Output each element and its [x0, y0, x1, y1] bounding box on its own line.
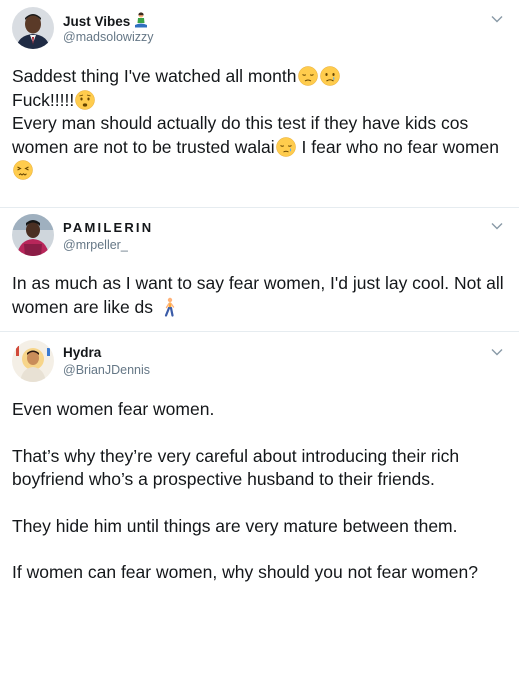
tweet-line: Every man should actually do this test i… — [12, 112, 510, 183]
worried-face-icon — [75, 89, 95, 110]
sleepy-face-icon — [275, 136, 296, 157]
avatar[interactable] — [12, 340, 54, 382]
tweet-paragraph: They hide him until things are very matu… — [12, 515, 458, 536]
display-name-text[interactable]: Just Vibes — [63, 14, 130, 29]
crying-face-icon — [319, 66, 340, 86]
tweet-line: Fuck!!!!! — [12, 89, 510, 113]
chevron-down-icon[interactable] — [489, 11, 505, 27]
tweet-text: Saddest thing I've watched all month Fuc… — [12, 65, 510, 183]
tweet-1[interactable]: Just Vibes @madsolowizzy Saddest thing I… — [0, 0, 519, 213]
tweet-text-segment: In as much as I want to say fear women, … — [12, 273, 504, 317]
display-name[interactable]: Hydra — [63, 345, 101, 360]
tweet-3[interactable]: Hydra @BrianJDennis Even women fear wome… — [0, 332, 519, 694]
tweet-text-segment: Fuck!!!!! — [12, 89, 75, 110]
tweet-line: Saddest thing I've watched all month — [12, 65, 510, 89]
pensive-face-icon — [297, 66, 318, 86]
tweet-paragraph: If women can fear women, why should you … — [12, 562, 478, 582]
tweet-paragraph: Even women fear women. — [12, 399, 215, 419]
tweet-text: Even women fear women. That’s why they’r… — [12, 398, 502, 585]
chevron-down-icon[interactable] — [489, 218, 505, 234]
chevron-down-icon[interactable] — [489, 344, 505, 360]
display-name[interactable]: PAMILERIN — [63, 220, 153, 235]
tweet-text: In as much as I want to say fear women, … — [12, 272, 510, 319]
tweet-text-segment: I fear who no fear women — [296, 136, 499, 157]
tweet-2[interactable]: PAMILERIN @mrpeller_ In as much as I wan… — [0, 208, 519, 330]
tweet-paragraph: That’s why they’re very careful about in… — [12, 445, 460, 490]
avatar[interactable] — [12, 7, 54, 49]
person-walking-icon — [159, 297, 179, 317]
tweet-line: In as much as I want to say fear women, … — [12, 272, 510, 319]
user-handle[interactable]: @mrpeller_ — [63, 238, 128, 252]
user-handle[interactable]: @BrianJDennis — [63, 363, 150, 377]
user-handle[interactable]: @madsolowizzy — [63, 30, 154, 44]
confounded-face-icon — [13, 160, 33, 180]
avatar[interactable] — [12, 214, 54, 256]
person-in-lotus-position-icon — [134, 12, 148, 28]
display-name[interactable]: Just Vibes — [63, 12, 148, 29]
tweet-text-segment: Saddest thing I've watched all month — [12, 66, 297, 86]
